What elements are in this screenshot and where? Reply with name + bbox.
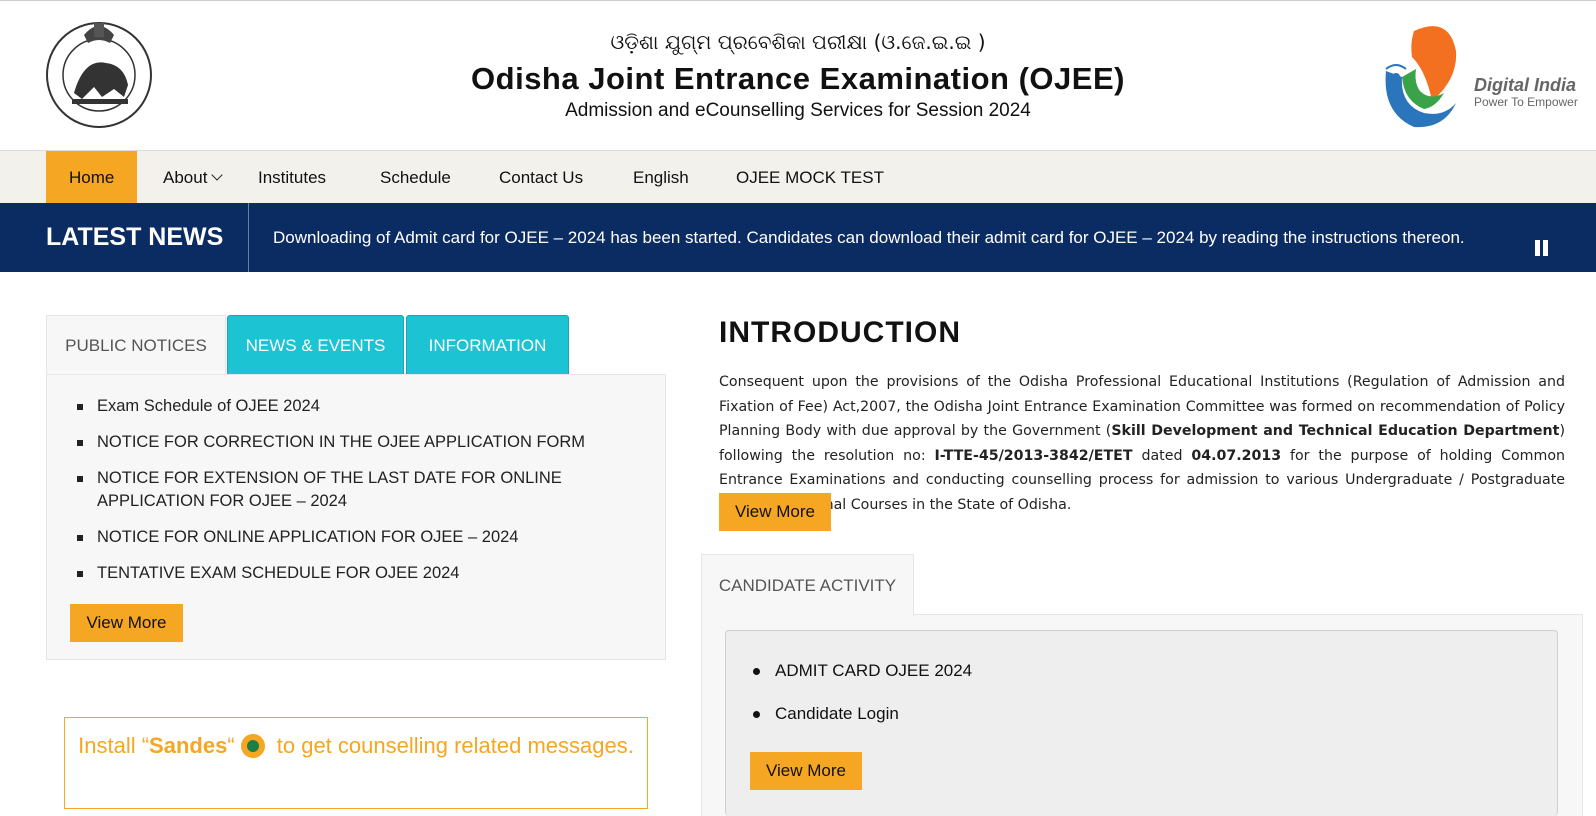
tab-candidate-activity[interactable]: CANDIDATE ACTIVITY — [701, 554, 914, 616]
news-divider — [248, 203, 249, 272]
intro-paragraph: Consequent upon the provisions of the Od… — [719, 370, 1565, 517]
tab-information[interactable]: INFORMATION — [406, 315, 569, 375]
notice-item[interactable]: Exam Schedule of OJEE 2024 — [75, 395, 635, 418]
public-notices-panel: Exam Schedule of OJEE 2024 NOTICE FOR CO… — [46, 374, 666, 660]
intro-text-3: dated — [1132, 447, 1192, 464]
sandes-install-box[interactable]: Install “Sandes“ to get counselling rela… — [64, 717, 648, 809]
news-ticker[interactable]: Downloading of Admit card for OJEE – 202… — [273, 203, 1465, 272]
digital-india-name: Digital India — [1474, 75, 1577, 95]
page-title: Odisha Joint Entrance Examination (OJEE) — [471, 61, 1125, 96]
sandes-app-icon — [240, 734, 265, 758]
notice-item[interactable]: NOTICE FOR CORRECTION IN THE OJEE APPLIC… — [75, 431, 635, 454]
notice-item[interactable]: TENTATIVE EXAM SCHEDULE FOR OJEE 2024 — [75, 562, 635, 585]
candidate-list: ADMIT CARD OJEE 2024 Candidate Login — [751, 659, 972, 745]
notices-view-more-button[interactable]: View More — [70, 604, 183, 642]
nav-contact-us[interactable]: Contact Us — [499, 151, 583, 204]
notice-item[interactable]: NOTICE FOR ONLINE APPLICATION FOR OJEE –… — [75, 526, 635, 549]
tab-news-events[interactable]: NEWS & EVENTS — [227, 315, 404, 375]
nav-english[interactable]: English — [633, 151, 689, 204]
page-subtitle: Admission and eCounselling Services for … — [565, 100, 1031, 121]
title-odia: ଓଡ଼ିଶା ଯୁଗ୍ମ ପ୍ରବେଶିକା ପରୀକ୍ଷା (ଓ.ଜେ.ଇ.ଇ… — [610, 30, 986, 54]
sandes-name: Sandes — [149, 733, 228, 758]
candidate-item-login[interactable]: Candidate Login — [751, 702, 972, 726]
nav-home[interactable]: Home — [46, 151, 138, 204]
tab-public-notices[interactable]: PUBLIC NOTICES — [46, 315, 226, 375]
pause-icon[interactable] — [1535, 240, 1551, 256]
main-nav: Home About Institutes Schedule Contact U… — [0, 150, 1596, 204]
nav-about-label: About — [163, 168, 208, 187]
intro-resolution: I-TTE-45/2013-3842/ETET — [934, 447, 1133, 464]
latest-news-label: LATEST NEWS — [46, 223, 224, 251]
intro-department: Skill Development and Technical Educatio… — [1111, 423, 1560, 439]
sandes-rest: to get counselling related messages. — [270, 733, 634, 758]
sandes-prefix: Install “ — [78, 733, 150, 758]
candidate-item-admit-card[interactable]: ADMIT CARD OJEE 2024 — [751, 659, 972, 683]
chevron-down-icon — [211, 169, 224, 181]
notice-list: Exam Schedule of OJEE 2024 NOTICE FOR CO… — [75, 395, 635, 598]
nav-institutes[interactable]: Institutes — [258, 151, 326, 204]
intro-view-more-button[interactable]: View More — [719, 493, 831, 531]
latest-news-bar: LATEST NEWS Downloading of Admit card fo… — [0, 203, 1596, 272]
nav-ojee-mock-test[interactable]: OJEE MOCK TEST — [736, 151, 884, 204]
sandes-suffix: “ — [227, 733, 235, 758]
intro-date: 04.07.2013 — [1191, 447, 1282, 464]
intro-title: INTRODUCTION — [719, 316, 961, 349]
digital-india-tagline: Power To Empower — [1474, 95, 1578, 109]
nav-schedule[interactable]: Schedule — [380, 151, 451, 204]
notice-item[interactable]: NOTICE FOR EXTENSION OF THE LAST DATE FO… — [75, 467, 635, 513]
candidate-view-more-button[interactable]: View More — [750, 752, 862, 790]
title-block: ଓଡ଼ିଶା ଯୁଗ୍ମ ପ୍ରବେଶିକା ପରୀକ୍ଷା (ଓ.ଜେ.ଇ.ଇ… — [0, 27, 1596, 123]
site-header: ଓଡ଼ିଶା ଯୁଗ୍ମ ପ୍ରବେଶିକା ପରୀକ୍ଷା (ଓ.ଜେ.ଇ.ଇ… — [0, 0, 1596, 150]
digital-india-text: Digital India Power To Empower — [1474, 75, 1578, 109]
nav-about[interactable]: About — [163, 151, 224, 204]
